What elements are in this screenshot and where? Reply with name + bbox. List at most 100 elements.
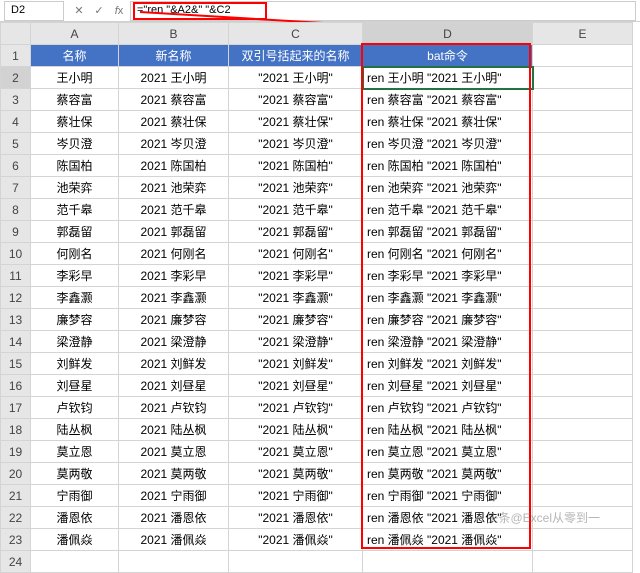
cell-E8[interactable] <box>533 199 633 221</box>
row-header-13[interactable]: 13 <box>1 309 31 331</box>
row-header-3[interactable]: 3 <box>1 89 31 111</box>
cell-C20[interactable]: "2021 莫两敬" <box>229 463 363 485</box>
cell-E12[interactable] <box>533 287 633 309</box>
cell-D9[interactable]: ren 郭磊留 "2021 郭磊留" <box>363 221 533 243</box>
cell-C10[interactable]: "2021 何刚名" <box>229 243 363 265</box>
cell-C14[interactable]: "2021 梁澄静" <box>229 331 363 353</box>
header-cell-C[interactable]: 双引号括起来的名称 <box>229 45 363 67</box>
header-cell-A[interactable]: 名称 <box>31 45 119 67</box>
cell-B19[interactable]: 2021 莫立恩 <box>119 441 229 463</box>
cell-C5[interactable]: "2021 岑贝澄" <box>229 133 363 155</box>
cell-A24[interactable] <box>31 551 119 573</box>
spreadsheet-grid[interactable]: ABCDE1名称新名称双引号括起来的名称bat命令2王小明2021 王小明"20… <box>0 22 633 573</box>
cell-C17[interactable]: "2021 卢钦钧" <box>229 397 363 419</box>
cell-C21[interactable]: "2021 宁雨御" <box>229 485 363 507</box>
cell-C19[interactable]: "2021 莫立恩" <box>229 441 363 463</box>
cell-B3[interactable]: 2021 蔡容富 <box>119 89 229 111</box>
cell-A21[interactable]: 宁雨御 <box>31 485 119 507</box>
header-cell-E[interactable] <box>533 45 633 67</box>
cell-B4[interactable]: 2021 蔡壮保 <box>119 111 229 133</box>
cell-B14[interactable]: 2021 梁澄静 <box>119 331 229 353</box>
cell-B24[interactable] <box>119 551 229 573</box>
cell-C15[interactable]: "2021 刘鲜发" <box>229 353 363 375</box>
cell-D22[interactable]: ren 潘恩依 "2021 潘恩依" <box>363 507 533 529</box>
cell-B11[interactable]: 2021 李彩早 <box>119 265 229 287</box>
cell-D16[interactable]: ren 刘昼星 "2021 刘昼星" <box>363 375 533 397</box>
cell-C22[interactable]: "2021 潘恩依" <box>229 507 363 529</box>
cell-D23[interactable]: ren 潘佩焱 "2021 潘佩焱" <box>363 529 533 551</box>
cell-B10[interactable]: 2021 何刚名 <box>119 243 229 265</box>
cell-D5[interactable]: ren 岑贝澄 "2021 岑贝澄" <box>363 133 533 155</box>
row-header-7[interactable]: 7 <box>1 177 31 199</box>
cell-B18[interactable]: 2021 陆丛枫 <box>119 419 229 441</box>
cell-E9[interactable] <box>533 221 633 243</box>
row-header-22[interactable]: 22 <box>1 507 31 529</box>
cell-C12[interactable]: "2021 李鑫灏" <box>229 287 363 309</box>
row-header-20[interactable]: 20 <box>1 463 31 485</box>
cell-C13[interactable]: "2021 廉梦容" <box>229 309 363 331</box>
cell-C24[interactable] <box>229 551 363 573</box>
cell-C16[interactable]: "2021 刘昼星" <box>229 375 363 397</box>
cell-D20[interactable]: ren 莫两敬 "2021 莫两敬" <box>363 463 533 485</box>
cell-D8[interactable]: ren 范千皋 "2021 范千皋" <box>363 199 533 221</box>
cell-A15[interactable]: 刘鲜发 <box>31 353 119 375</box>
cell-A16[interactable]: 刘昼星 <box>31 375 119 397</box>
cell-E5[interactable] <box>533 133 633 155</box>
col-header-B[interactable]: B <box>119 23 229 45</box>
cell-D15[interactable]: ren 刘鲜发 "2021 刘鲜发" <box>363 353 533 375</box>
cell-C7[interactable]: "2021 池荣弈" <box>229 177 363 199</box>
cell-B13[interactable]: 2021 廉梦容 <box>119 309 229 331</box>
cell-D19[interactable]: ren 莫立恩 "2021 莫立恩" <box>363 441 533 463</box>
row-header-5[interactable]: 5 <box>1 133 31 155</box>
cell-A20[interactable]: 莫两敬 <box>31 463 119 485</box>
enter-icon[interactable]: ✓ <box>92 4 106 17</box>
cell-B17[interactable]: 2021 卢钦钧 <box>119 397 229 419</box>
cell-A19[interactable]: 莫立恩 <box>31 441 119 463</box>
header-cell-B[interactable]: 新名称 <box>119 45 229 67</box>
cell-C4[interactable]: "2021 蔡壮保" <box>229 111 363 133</box>
cell-C6[interactable]: "2021 陈国柏" <box>229 155 363 177</box>
cell-B5[interactable]: 2021 岑贝澄 <box>119 133 229 155</box>
col-header-D[interactable]: D <box>363 23 533 45</box>
cell-D3[interactable]: ren 蔡容富 "2021 蔡容富" <box>363 89 533 111</box>
cell-D24[interactable] <box>363 551 533 573</box>
row-header-23[interactable]: 23 <box>1 529 31 551</box>
cell-B7[interactable]: 2021 池荣弈 <box>119 177 229 199</box>
cell-E16[interactable] <box>533 375 633 397</box>
cell-A22[interactable]: 潘恩依 <box>31 507 119 529</box>
cell-A4[interactable]: 蔡壮保 <box>31 111 119 133</box>
cell-D7[interactable]: ren 池荣弈 "2021 池荣弈" <box>363 177 533 199</box>
fx-icon[interactable]: fx <box>112 5 126 17</box>
cell-E22[interactable] <box>533 507 633 529</box>
cell-D4[interactable]: ren 蔡壮保 "2021 蔡壮保" <box>363 111 533 133</box>
row-header-17[interactable]: 17 <box>1 397 31 419</box>
cell-E18[interactable] <box>533 419 633 441</box>
cell-E13[interactable] <box>533 309 633 331</box>
cell-A6[interactable]: 陈国柏 <box>31 155 119 177</box>
row-header-19[interactable]: 19 <box>1 441 31 463</box>
row-header-9[interactable]: 9 <box>1 221 31 243</box>
cell-C8[interactable]: "2021 范千皋" <box>229 199 363 221</box>
header-cell-D[interactable]: bat命令 <box>363 45 533 67</box>
row-header-14[interactable]: 14 <box>1 331 31 353</box>
cell-B21[interactable]: 2021 宁雨御 <box>119 485 229 507</box>
name-box[interactable]: D2 <box>4 1 64 21</box>
cell-B6[interactable]: 2021 陈国柏 <box>119 155 229 177</box>
row-header-4[interactable]: 4 <box>1 111 31 133</box>
cell-C23[interactable]: "2021 潘佩焱" <box>229 529 363 551</box>
cell-E24[interactable] <box>533 551 633 573</box>
cell-B22[interactable]: 2021 潘恩依 <box>119 507 229 529</box>
cell-E17[interactable] <box>533 397 633 419</box>
row-header-18[interactable]: 18 <box>1 419 31 441</box>
row-header-2[interactable]: 2 <box>1 67 31 89</box>
cell-C3[interactable]: "2021 蔡容富" <box>229 89 363 111</box>
cell-C2[interactable]: "2021 王小明" <box>229 67 363 89</box>
cell-A14[interactable]: 梁澄静 <box>31 331 119 353</box>
cancel-icon[interactable]: ✕ <box>72 4 86 17</box>
cell-A23[interactable]: 潘佩焱 <box>31 529 119 551</box>
cell-D6[interactable]: ren 陈国柏 "2021 陈国柏" <box>363 155 533 177</box>
cell-E11[interactable] <box>533 265 633 287</box>
cell-B2[interactable]: 2021 王小明 <box>119 67 229 89</box>
cell-A3[interactable]: 蔡容富 <box>31 89 119 111</box>
row-header-6[interactable]: 6 <box>1 155 31 177</box>
